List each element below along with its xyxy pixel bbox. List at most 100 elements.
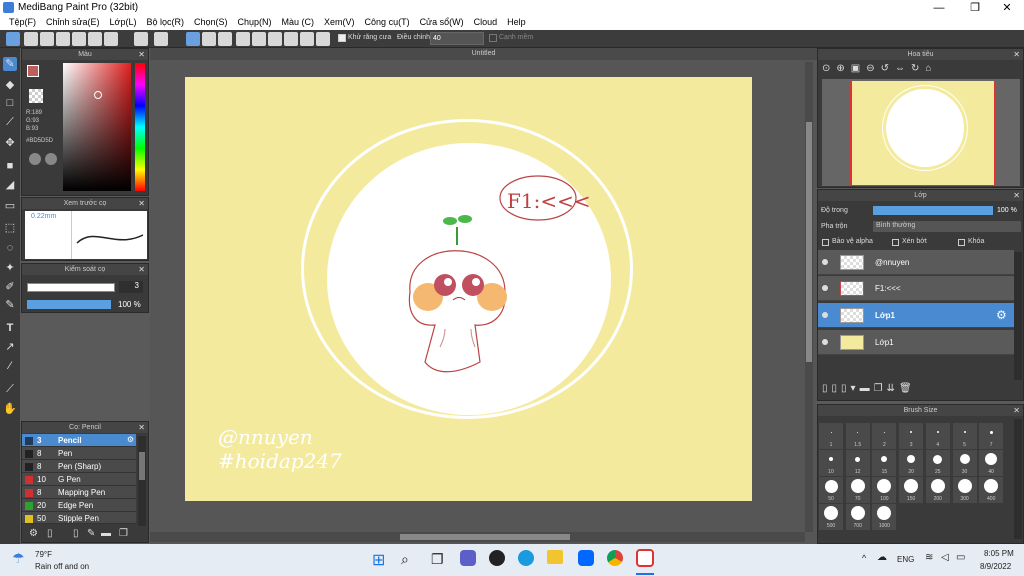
color-picker-handle[interactable] (94, 91, 102, 99)
close-icon[interactable]: ✕ (138, 422, 145, 433)
menu-cloud[interactable]: Cloud (469, 16, 503, 30)
snap-radial-icon[interactable] (252, 32, 266, 46)
operation-tool-icon[interactable]: ↗ (3, 340, 17, 354)
brush-item[interactable]: 20 Edge Pen (22, 499, 136, 512)
brush-size-option[interactable]: 2 (872, 423, 897, 449)
zoom-in-icon[interactable]: ⊕ (836, 63, 850, 74)
brush-size-option[interactable]: 5 (952, 423, 977, 449)
eraser-tool-icon[interactable]: ◆ (3, 78, 17, 92)
brush-size-option[interactable]: 500 (819, 504, 843, 530)
eyedropper-icon[interactable]: ⟋ (3, 382, 17, 396)
snap-settings-icon[interactable] (316, 32, 330, 46)
brush-size-slider[interactable] (27, 283, 115, 292)
duplicate-layer-icon[interactable]: ❐ (874, 383, 887, 394)
layer-item-selected[interactable]: Lớp1 ⚙ (818, 303, 1014, 328)
palette-icon[interactable] (29, 153, 41, 165)
brush-item[interactable]: 3 Pencil ⚙ (22, 434, 136, 447)
horizontal-scrollbar[interactable] (150, 532, 805, 542)
transparent-swatch[interactable] (29, 89, 43, 103)
visibility-toggle[interactable] (822, 339, 828, 345)
close-icon[interactable]: ✕ (138, 49, 145, 60)
menu-tools[interactable]: Công cụ(T) (360, 16, 415, 30)
medibang-icon[interactable] (636, 549, 654, 567)
lock-checkbox[interactable] (958, 239, 965, 246)
search-icon[interactable]: ⌕ (401, 551, 409, 568)
edge-icon[interactable] (518, 550, 534, 566)
snap-perspective-icon[interactable] (236, 32, 250, 46)
protect-alpha-checkbox[interactable] (822, 239, 829, 246)
brush-item[interactable]: 50 Stipple Pen (22, 512, 136, 524)
page-icon[interactable] (72, 32, 86, 46)
snap-ellipse-icon[interactable] (300, 32, 314, 46)
rotate-right-icon[interactable]: ↻ (911, 63, 925, 74)
comment-icon[interactable] (56, 32, 70, 46)
line-tool-icon[interactable]: ⟋ (3, 115, 17, 129)
folder-icon[interactable]: ▬ (101, 528, 111, 539)
menu-snap[interactable]: Chụp(N) (233, 16, 277, 30)
gear-icon[interactable]: ⚙ (127, 435, 134, 444)
copy-brush-icon[interactable]: ▯ (73, 528, 79, 539)
brush-list-scrollbar[interactable] (138, 436, 146, 526)
adjust-select[interactable]: 40 (430, 32, 484, 45)
antialias-checkbox[interactable] (338, 34, 346, 42)
brush-size-option[interactable]: 7 (979, 423, 1004, 449)
undo-icon[interactable] (134, 32, 148, 46)
close-icon[interactable]: ✕ (1013, 405, 1020, 416)
drawing-canvas[interactable]: F1:<<< @nnuyen #hoidap247 (185, 77, 752, 501)
minimize-button[interactable]: — (922, 0, 956, 16)
brush-size-value[interactable]: 3 (119, 281, 143, 293)
brush-size-option[interactable]: 100 (872, 477, 897, 503)
brush-size-option[interactable]: 30 (952, 450, 977, 476)
cloud-icon[interactable]: ☁ (877, 552, 887, 563)
menu-window[interactable]: Cửa sổ(W) (415, 16, 469, 30)
maximize-button[interactable]: ❐ (958, 0, 992, 16)
teams-icon[interactable] (460, 550, 476, 566)
close-icon[interactable]: ✕ (1013, 190, 1020, 201)
close-icon[interactable]: ✕ (138, 198, 145, 209)
palette-add-icon[interactable] (45, 153, 57, 165)
layer-item[interactable]: Lớp1 (818, 330, 1014, 355)
share-icon[interactable] (24, 32, 38, 46)
menu-select[interactable]: Chọn(S) (189, 16, 233, 30)
zoom-actual-icon[interactable]: ▣ (851, 63, 866, 74)
brush-size-option[interactable]: 20 (899, 450, 924, 476)
saturation-value-picker[interactable] (63, 63, 131, 191)
layers-scrollbar[interactable] (1014, 252, 1022, 380)
brush-size-option[interactable]: 15 (872, 450, 897, 476)
navigator-preview[interactable] (822, 79, 1020, 186)
hand-tool-icon[interactable]: ✋ (3, 402, 17, 416)
file-explorer-icon[interactable] (547, 550, 563, 564)
menu-file[interactable]: Tệp(F) (4, 16, 41, 30)
layout-icon[interactable] (88, 32, 102, 46)
blend-mode-select[interactable]: Bình thường (873, 221, 1021, 232)
brush-opacity-slider[interactable] (27, 300, 111, 309)
zoom-fit-icon[interactable]: ⊙ (822, 63, 836, 74)
foreground-color-swatch[interactable] (27, 65, 39, 77)
duplicate-icon[interactable]: ❐ (119, 528, 128, 539)
gear-icon[interactable]: ⚙ (996, 308, 1007, 322)
snap-parallel-icon[interactable] (202, 32, 216, 46)
bucket-tool-icon[interactable]: ◢ (3, 178, 17, 192)
brush-size-option[interactable]: 50 (819, 477, 843, 503)
new-8bit-layer-icon[interactable]: ▯ (841, 383, 851, 394)
brush-size-option[interactable]: 3 (899, 423, 924, 449)
layer-opacity-slider[interactable] (873, 206, 993, 215)
document-tab[interactable]: Untitled (150, 48, 817, 60)
battery-icon[interactable]: ▭ (956, 552, 965, 563)
snap-grid-icon[interactable] (218, 32, 232, 46)
gradient-tool-icon[interactable]: ▭ (3, 199, 17, 213)
menu-filter[interactable]: Bộ lọc(R) (141, 16, 189, 30)
chevron-up-icon[interactable]: ^ (862, 553, 866, 563)
menu-color[interactable]: Màu (C) (277, 16, 320, 30)
close-icon[interactable]: ✕ (1013, 49, 1020, 60)
brush-size-option[interactable]: 12 (845, 450, 870, 476)
snap-circle-icon[interactable] (268, 32, 282, 46)
dell-icon[interactable] (489, 550, 505, 566)
chat-icon[interactable] (40, 32, 54, 46)
zoom-out-icon[interactable]: ⊖ (866, 63, 880, 74)
visibility-toggle[interactable] (822, 285, 828, 291)
redo-icon[interactable] (154, 32, 168, 46)
brush-size-option[interactable]: 200 (925, 477, 950, 503)
brush-size-option[interactable]: 4 (925, 423, 950, 449)
text-tool-icon[interactable]: T (3, 321, 17, 335)
